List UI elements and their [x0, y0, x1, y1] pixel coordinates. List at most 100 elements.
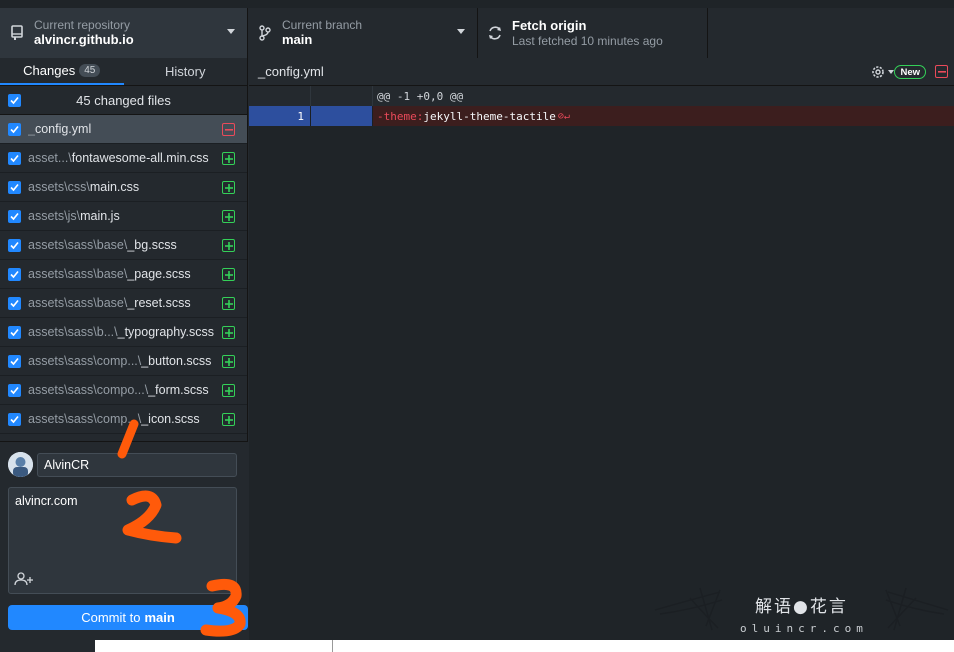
add-coauthor-icon[interactable] — [14, 571, 34, 587]
sync-icon — [486, 25, 504, 41]
file-dir: assets\css\ — [28, 180, 90, 194]
watermark-url: oluincr.com — [740, 622, 868, 635]
file-dir: assets\sass\b...\ — [28, 325, 118, 339]
file-row[interactable]: assets\js\main.js — [0, 202, 247, 231]
current-repository-button[interactable]: Current repository alvincr.github.io — [0, 8, 248, 58]
file-row[interactable]: _config.yml — [0, 115, 247, 144]
file-row[interactable]: assets\sass\compo...\_form.scss — [0, 376, 247, 405]
chevron-down-icon[interactable] — [888, 70, 894, 74]
divider — [332, 640, 333, 652]
file-dir: assets\sass\comp...\ — [28, 354, 142, 368]
commit-button-branch: main — [144, 610, 175, 625]
tab-history[interactable]: History — [124, 58, 248, 85]
file-dir: assets\sass\compo...\ — [28, 383, 149, 397]
file-path: assets\sass\base\_reset.scss — [28, 296, 214, 310]
file-include-checkbox[interactable] — [8, 151, 21, 165]
deleted-line-key: -theme: — [377, 109, 424, 123]
file-row[interactable]: assets\sass\comp...\_button.scss — [0, 347, 247, 376]
file-include-checkbox[interactable] — [8, 267, 21, 281]
file-name: _typography.scss — [117, 325, 214, 339]
new-file-badge: New — [894, 65, 926, 79]
diff-filename: _config.yml — [258, 64, 324, 79]
commit-button-prefix: Commit to — [81, 610, 141, 625]
commit-button[interactable]: Commit to main — [8, 605, 248, 630]
file-row[interactable]: assets\sass\base\_reset.scss — [0, 289, 247, 318]
old-line-number: 1 — [249, 106, 311, 126]
file-name: _page.scss — [127, 267, 191, 281]
branch-icon — [256, 25, 274, 41]
file-deleted-icon — [222, 123, 235, 136]
file-include-checkbox[interactable] — [8, 354, 21, 368]
last-fetched-text: Last fetched 10 minutes ago — [512, 34, 663, 48]
file-include-checkbox[interactable] — [8, 209, 21, 223]
file-path: assets\sass\comp...\_icon.scss — [28, 412, 214, 426]
sidebar-tabs: Changes 45 History — [0, 58, 247, 86]
changed-files-header: 45 changed files — [0, 86, 247, 115]
chevron-down-icon — [457, 29, 465, 34]
changed-files-count: 45 changed files — [76, 92, 171, 108]
file-row[interactable]: assets\sass\base\_bg.scss — [0, 231, 247, 260]
title-strip — [0, 0, 954, 8]
hunk-header-text: @@ -1 +0,0 @@ — [377, 89, 464, 103]
changes-count-badge: 45 — [79, 64, 101, 77]
sidebar: Changes 45 History 45 changed files _con… — [0, 58, 248, 640]
file-dir: assets\sass\comp...\ — [28, 412, 142, 426]
file-row[interactable]: assets\sass\b...\_typography.scss — [0, 318, 247, 347]
toolbar: Current repository alvincr.github.io Cur… — [0, 8, 954, 58]
file-row[interactable]: assets\sass\base\_page.scss — [0, 260, 247, 289]
file-path: _config.yml — [28, 122, 214, 136]
file-include-checkbox[interactable] — [8, 238, 21, 252]
chevron-down-icon — [227, 29, 235, 34]
file-added-icon — [222, 355, 235, 368]
no-newline-icon: ⊘↵ — [557, 110, 570, 122]
old-line-gutter — [249, 86, 311, 106]
taskbar-fragment — [0, 640, 95, 652]
current-branch-button[interactable]: Current branch main — [248, 8, 478, 58]
commit-panel: AlvinCR alvincr.com Commit to main — [0, 441, 248, 640]
deleted-line-row[interactable]: 1 -theme: jekyll-theme-tactile ⊘↵ — [249, 106, 954, 126]
file-dir: assets\sass\base\ — [28, 296, 128, 310]
tab-changes-label: Changes — [23, 63, 76, 78]
file-path: assets\sass\base\_page.scss — [28, 267, 214, 281]
file-path: assets\sass\b...\_typography.scss — [28, 325, 214, 339]
file-dir: assets\js\ — [28, 209, 81, 223]
file-row[interactable]: assets\css\main.css — [0, 173, 247, 202]
hunk-header-row: @@ -1 +0,0 @@ — [249, 86, 954, 106]
file-row[interactable]: assets\sass\comp...\_icon.scss — [0, 405, 247, 434]
commit-summary-input[interactable]: AlvinCR — [37, 453, 237, 477]
file-name: _icon.scss — [141, 412, 200, 426]
file-added-icon — [222, 152, 235, 165]
file-path: assets\sass\comp...\_button.scss — [28, 354, 214, 368]
file-include-checkbox[interactable] — [8, 325, 21, 339]
repo-label: Current repository — [34, 18, 131, 32]
desktop-background-strip — [0, 640, 954, 652]
file-include-checkbox[interactable] — [8, 296, 21, 310]
file-row[interactable]: asset...\fontawesome-all.min.css — [0, 144, 247, 173]
commit-description-input[interactable]: alvincr.com — [8, 487, 237, 594]
file-include-checkbox[interactable] — [8, 122, 21, 136]
file-name: config.yml — [34, 122, 92, 136]
file-name: main.js — [80, 209, 120, 223]
file-added-icon — [222, 413, 235, 426]
diff-panel: _config.yml New @@ -1 +0,0 @@ 1 -theme: — [249, 58, 954, 640]
file-include-checkbox[interactable] — [8, 180, 21, 194]
file-include-checkbox[interactable] — [8, 383, 21, 397]
file-name: _bg.scss — [127, 238, 177, 252]
fetch-origin-button[interactable]: Fetch origin Last fetched 10 minutes ago — [478, 8, 708, 58]
file-added-icon — [222, 384, 235, 397]
tab-history-label: History — [165, 64, 206, 79]
deleted-line-value: jekyll-theme-tactile — [423, 109, 556, 123]
file-include-checkbox[interactable] — [8, 412, 21, 426]
file-added-icon — [222, 210, 235, 223]
select-all-checkbox[interactable] — [8, 93, 21, 107]
branch-name: main — [282, 32, 313, 47]
file-name: _reset.scss — [127, 296, 191, 310]
file-added-icon — [222, 239, 235, 252]
tab-changes[interactable]: Changes 45 — [0, 58, 124, 85]
gear-icon[interactable] — [870, 64, 886, 80]
file-dir: assets\sass\base\ — [28, 238, 128, 252]
diff-header: _config.yml New — [249, 58, 954, 86]
branch-label: Current branch — [282, 18, 363, 32]
repo-name: alvincr.github.io — [34, 32, 134, 47]
new-line-number — [311, 106, 373, 126]
